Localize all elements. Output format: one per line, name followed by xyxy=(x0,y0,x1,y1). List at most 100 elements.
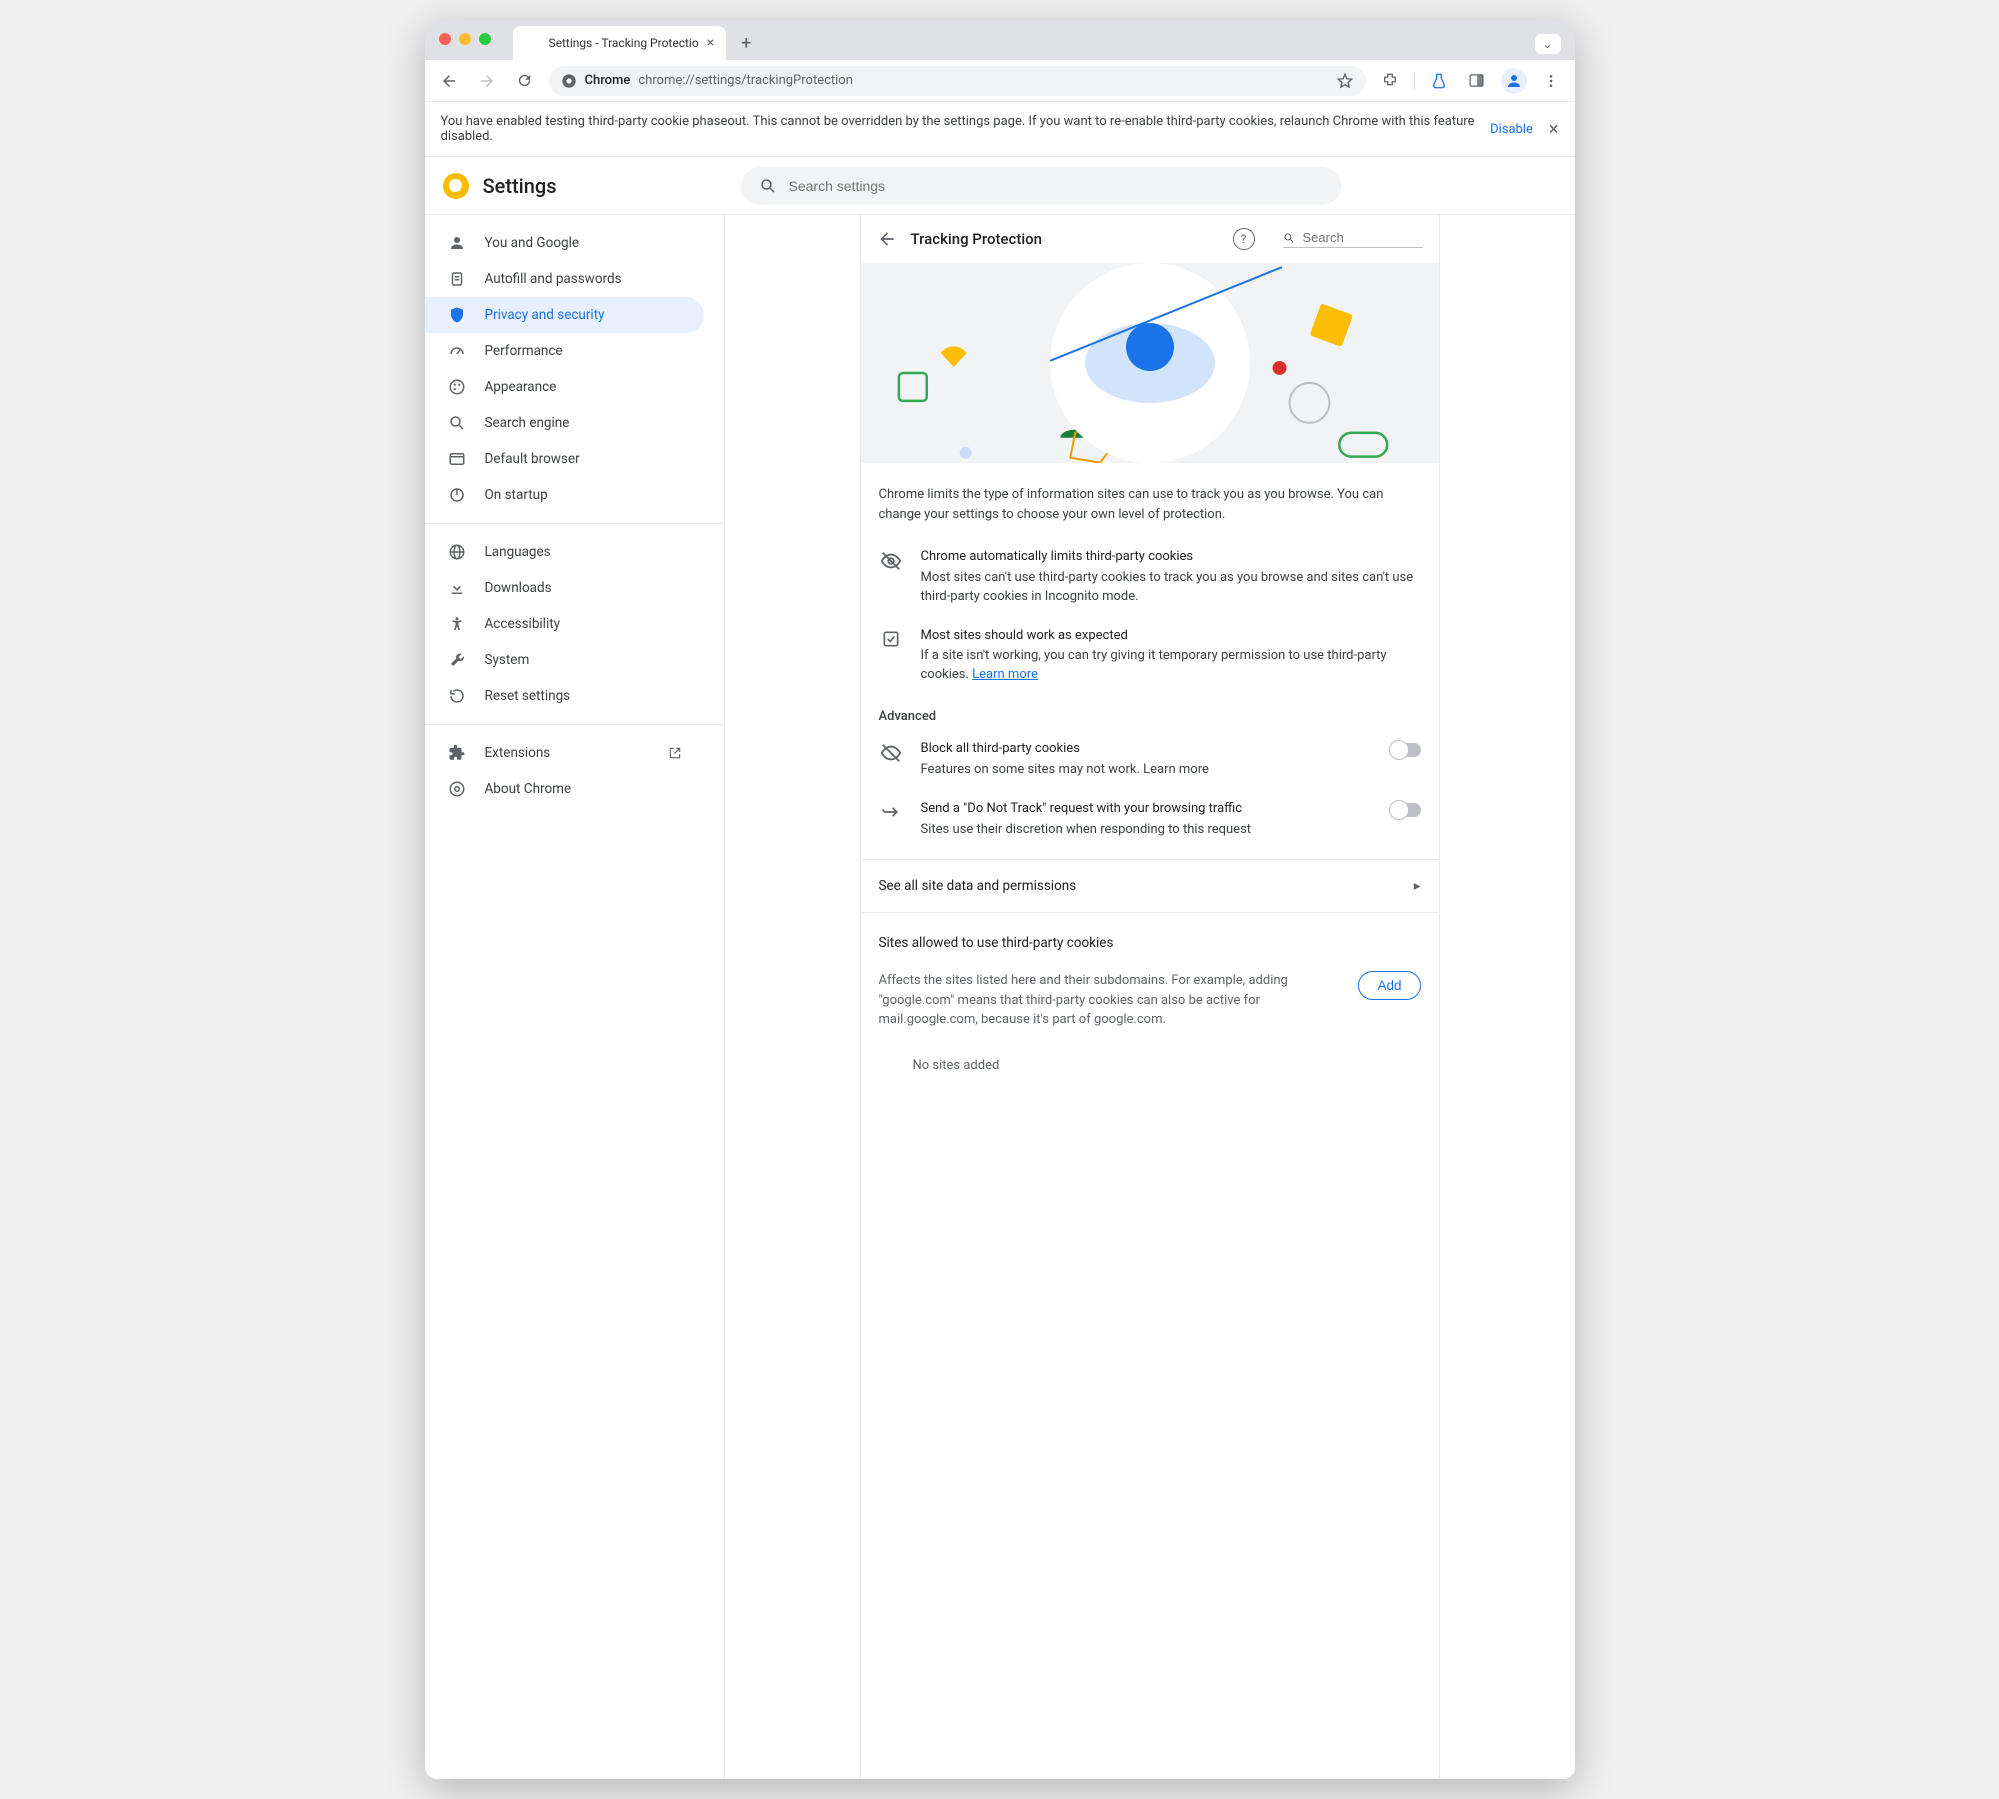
panel-title: Tracking Protection xyxy=(911,230,1043,248)
sidebar-item-label: Default browser xyxy=(485,451,580,467)
panel-search[interactable] xyxy=(1283,230,1423,248)
settings-title: Settings xyxy=(483,174,557,198)
reset-icon xyxy=(447,687,467,705)
panel-search-input[interactable] xyxy=(1303,230,1423,245)
sidebar-item-you-and-google[interactable]: You and Google xyxy=(425,225,704,261)
sidebar-divider xyxy=(425,724,724,725)
speedometer-icon xyxy=(447,342,467,360)
arrow-forward-icon xyxy=(879,800,903,822)
download-icon xyxy=(447,579,467,597)
sidebar-item-accessibility[interactable]: Accessibility xyxy=(425,606,704,642)
panel-icon[interactable] xyxy=(1463,67,1491,95)
browser-icon xyxy=(447,450,467,468)
extensions-icon[interactable] xyxy=(1376,67,1404,95)
advanced-section-label: Advanced xyxy=(861,695,1439,730)
sidebar-item-performance[interactable]: Performance xyxy=(425,333,704,369)
labs-icon[interactable] xyxy=(1425,67,1453,95)
sidebar-item-about[interactable]: About Chrome xyxy=(425,771,704,807)
search-icon xyxy=(759,177,777,195)
see-all-site-data-row[interactable]: See all site data and permissions ▸ xyxy=(861,859,1439,913)
sidebar-item-privacy[interactable]: Privacy and security xyxy=(425,297,704,333)
close-window-button[interactable] xyxy=(439,33,451,45)
hero-illustration xyxy=(861,263,1439,463)
sidebar-item-label: Downloads xyxy=(485,580,552,596)
panel-back-button[interactable] xyxy=(877,229,897,249)
info-banner: You have enabled testing third-party coo… xyxy=(425,102,1575,157)
url-scheme-label: Chrome xyxy=(585,73,631,88)
sidebar-item-on-startup[interactable]: On startup xyxy=(425,477,704,513)
sidebar-item-autofill[interactable]: Autofill and passwords xyxy=(425,261,704,297)
forward-button[interactable] xyxy=(473,67,501,95)
tab-title: Settings - Tracking Protectio xyxy=(549,36,699,50)
tracking-protection-panel: Tracking Protection ? xyxy=(860,215,1440,1779)
banner-close-button[interactable]: × xyxy=(1549,119,1559,140)
toolbar: Chrome chrome://settings/trackingProtect… xyxy=(425,60,1575,102)
allowed-sites-row: Affects the sites listed here and their … xyxy=(861,961,1439,1040)
learn-more-link[interactable]: Learn more xyxy=(972,667,1038,682)
search-icon xyxy=(1283,231,1295,245)
sidebar-item-label: Autofill and passwords xyxy=(485,271,622,287)
sidebar-item-label: Privacy and security xyxy=(485,307,605,323)
add-site-button[interactable]: Add xyxy=(1358,971,1420,1000)
settings-search[interactable] xyxy=(741,167,1341,205)
learn-more-link[interactable]: Learn more xyxy=(1143,762,1209,777)
chrome-icon xyxy=(447,780,467,798)
sidebar-item-search-engine[interactable]: Search engine xyxy=(425,405,704,441)
menu-button[interactable] xyxy=(1537,67,1565,95)
sidebar-item-system[interactable]: System xyxy=(425,642,704,678)
info-title: Chrome automatically limits third-party … xyxy=(921,548,1421,567)
eye-off-icon xyxy=(879,548,903,607)
sidebar-item-extensions[interactable]: Extensions xyxy=(425,735,704,771)
wrench-icon xyxy=(447,651,467,669)
block-cookies-toggle[interactable] xyxy=(1391,743,1421,757)
toggle-title: Send a "Do Not Track" request with your … xyxy=(921,800,1373,819)
tabs-dropdown-button[interactable]: ⌄ xyxy=(1535,34,1561,54)
close-tab-button[interactable]: × xyxy=(707,35,714,51)
sidebar-item-label: About Chrome xyxy=(485,781,572,797)
sidebar-item-reset[interactable]: Reset settings xyxy=(425,678,704,714)
dnt-toggle[interactable] xyxy=(1391,803,1421,817)
info-title: Most sites should work as expected xyxy=(921,627,1421,646)
settings-body: You and Google Autofill and passwords Pr… xyxy=(425,215,1575,1779)
bookmark-star-icon[interactable] xyxy=(1336,72,1354,90)
link-label: See all site data and permissions xyxy=(879,878,1077,894)
sidebar-item-label: Accessibility xyxy=(485,616,561,632)
globe-icon xyxy=(447,543,467,561)
sidebar-divider xyxy=(425,523,724,524)
sidebar-item-appearance[interactable]: Appearance xyxy=(425,369,704,405)
toggle-text: Block all third-party cookies Features o… xyxy=(921,740,1373,780)
toggle-body: Features on some sites may not work. xyxy=(921,762,1144,777)
clipboard-icon xyxy=(447,270,467,288)
browser-window: Settings - Tracking Protectio × + ⌄ Chro… xyxy=(425,20,1575,1779)
sidebar-item-label: Search engine xyxy=(485,415,570,431)
sidebar-item-label: On startup xyxy=(485,487,548,503)
no-sites-text: No sites added xyxy=(861,1040,1439,1091)
help-icon[interactable]: ? xyxy=(1233,228,1255,250)
sidebar-item-default-browser[interactable]: Default browser xyxy=(425,441,704,477)
settings-sidebar: You and Google Autofill and passwords Pr… xyxy=(425,215,725,1779)
browser-tab[interactable]: Settings - Tracking Protectio × xyxy=(513,26,727,60)
back-button[interactable] xyxy=(435,67,463,95)
address-bar[interactable]: Chrome chrome://settings/trackingProtect… xyxy=(549,66,1366,96)
accessibility-icon xyxy=(447,615,467,633)
shield-icon xyxy=(447,306,467,324)
chevron-right-icon: ▸ xyxy=(1414,878,1421,894)
external-link-icon xyxy=(668,746,682,760)
settings-search-input[interactable] xyxy=(789,178,1323,194)
info-row-auto-limit: Chrome automatically limits third-party … xyxy=(861,538,1439,617)
banner-text: You have enabled testing third-party coo… xyxy=(441,114,1481,144)
sidebar-item-languages[interactable]: Languages xyxy=(425,534,704,570)
minimize-window-button[interactable] xyxy=(459,33,471,45)
banner-disable-link[interactable]: Disable xyxy=(1490,122,1533,137)
reload-button[interactable] xyxy=(511,67,539,95)
toggle-text: Send a "Do Not Track" request with your … xyxy=(921,800,1373,840)
new-tab-button[interactable]: + xyxy=(732,29,760,57)
sidebar-item-downloads[interactable]: Downloads xyxy=(425,570,704,606)
sidebar-item-label: Extensions xyxy=(485,745,551,761)
titlebar: Settings - Tracking Protectio × + ⌄ xyxy=(425,20,1575,60)
profile-avatar[interactable] xyxy=(1501,68,1527,94)
sidebar-item-label: System xyxy=(485,652,530,668)
maximize-window-button[interactable] xyxy=(479,33,491,45)
sidebar-item-label: Languages xyxy=(485,544,551,560)
sidebar-item-label: Appearance xyxy=(485,379,557,395)
